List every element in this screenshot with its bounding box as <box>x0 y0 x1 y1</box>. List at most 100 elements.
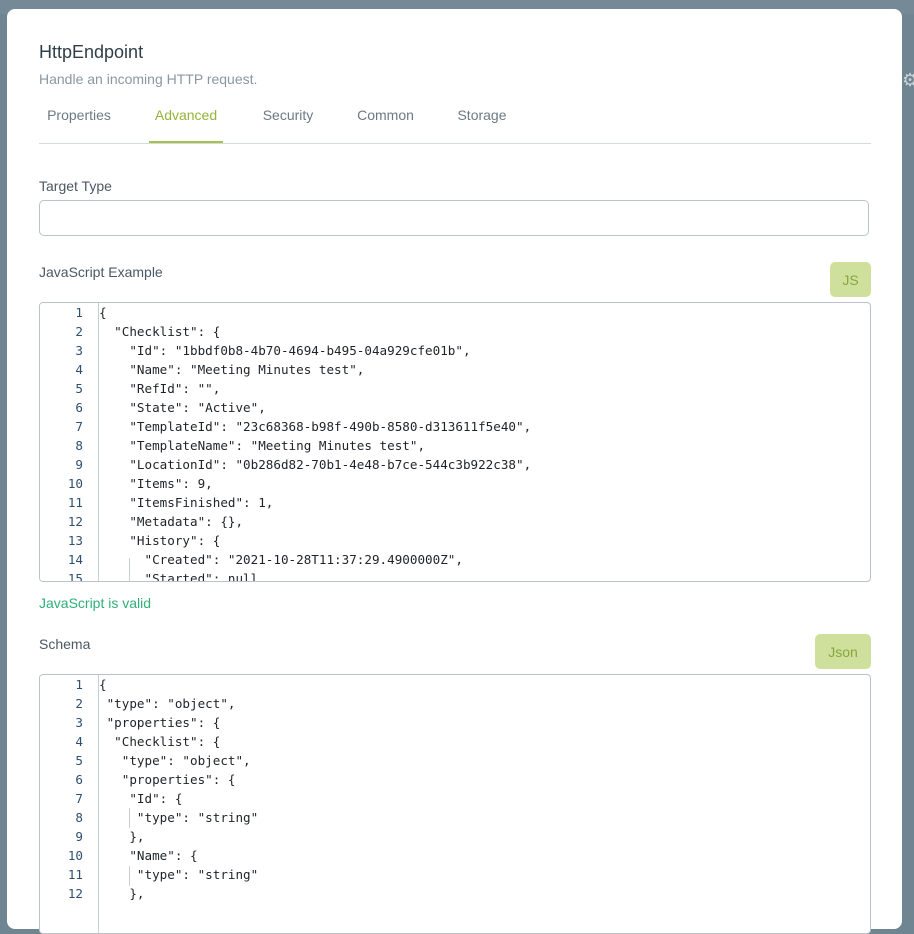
line-number: 6 <box>75 772 83 787</box>
line-number: 11 <box>67 495 83 510</box>
code-text: { <box>99 677 107 692</box>
javascript-example-editor[interactable]: 1{2 "Checklist": {3 "Id": "1bbdf0b8-4b70… <box>39 302 871 582</box>
code-text: "Checklist": { <box>99 734 221 749</box>
code-line: 11 "ItemsFinished": 1, <box>40 493 870 512</box>
code-line: 12 "Metadata": {}, <box>40 512 870 531</box>
code-line: 9 }, <box>40 827 870 846</box>
dialog-subtitle: Handle an incoming HTTP request. <box>39 71 258 87</box>
line-number: 2 <box>75 696 83 711</box>
line-number: 1 <box>75 305 83 320</box>
tab-properties[interactable]: Properties <box>43 107 115 141</box>
line-number: 8 <box>75 810 83 825</box>
line-number: 9 <box>75 457 83 472</box>
schema-editor[interactable]: 1{2 "type": "object", 3 "properties": {4 … <box>39 674 871 934</box>
code-line: 1{ <box>40 675 870 694</box>
gear-icon: ⚙ <box>902 70 914 90</box>
js-button[interactable]: JS <box>830 262 871 297</box>
line-number: 3 <box>75 715 83 730</box>
tab-bar: Properties Advanced Security Common Stor… <box>39 105 871 144</box>
json-button[interactable]: Json <box>815 634 871 669</box>
indent-guide <box>129 866 130 886</box>
javascript-example-label: JavaScript Example <box>39 264 163 280</box>
code-line: 10 "Items": 9, <box>40 474 870 493</box>
code-text: "Id": "1bbdf0b8-4b70-4694-b495-04a929cfe… <box>99 343 471 358</box>
dialog-title: HttpEndpoint <box>39 42 144 62</box>
code-line: 13 "History": { <box>40 531 870 550</box>
code-text: "type": "object", <box>99 753 251 768</box>
code-line: 7 "Id": { <box>40 789 870 808</box>
indent-guide <box>129 808 130 828</box>
line-number: 5 <box>75 381 83 396</box>
line-number: 2 <box>75 324 83 339</box>
code-text: "State": "Active", <box>99 400 266 415</box>
code-text: { <box>99 305 107 320</box>
code-text: "Name": { <box>99 848 198 863</box>
code-line: 12 }, <box>40 884 870 903</box>
line-number: 7 <box>75 791 83 806</box>
code-line: 11 "type": "string" <box>40 865 870 884</box>
code-line: 5 "RefId": "", <box>40 379 870 398</box>
line-number: 11 <box>67 867 83 882</box>
line-number: 8 <box>75 438 83 453</box>
code-text: "Id": { <box>99 791 183 806</box>
line-number: 13 <box>67 533 83 548</box>
code-line: 15 "Started": null <box>40 569 870 582</box>
code-line: 9 "LocationId": "0b286d82-70b1-4e48-b7ce… <box>40 455 870 474</box>
activity-editor-dialog: HttpEndpoint Handle an incoming HTTP req… <box>7 9 902 934</box>
line-number: 15 <box>67 571 83 582</box>
code-text: "Metadata": {}, <box>99 514 244 529</box>
line-number: 12 <box>67 886 83 901</box>
code-text: "LocationId": "0b286d82-70b1-4e48-b7ce-5… <box>99 457 532 472</box>
code-text: "properties": { <box>99 715 221 730</box>
code-text: "properties": { <box>99 772 236 787</box>
code-text: "type": "string" <box>99 810 259 825</box>
code-text: "Items": 9, <box>99 476 213 491</box>
tab-storage[interactable]: Storage <box>455 107 509 141</box>
line-number: 6 <box>75 400 83 415</box>
line-number: 10 <box>67 476 83 491</box>
line-number: 12 <box>67 514 83 529</box>
tab-advanced[interactable]: Advanced <box>149 107 223 143</box>
code-line: 8 "type": "string" <box>40 808 870 827</box>
code-text: "Name": "Meeting Minutes test", <box>99 362 365 377</box>
code-line: 8 "TemplateName": "Meeting Minutes test"… <box>40 436 870 455</box>
code-text: "TemplateId": "23c68368-b98f-490b-8580-d… <box>99 419 532 434</box>
code-text: "Checklist": { <box>99 324 221 339</box>
line-number: 7 <box>75 419 83 434</box>
code-text: "RefId": "", <box>99 381 221 396</box>
code-text: "Started": null <box>99 571 259 582</box>
target-type-input[interactable] <box>39 200 869 236</box>
code-line: 10 "Name": { <box>40 846 870 865</box>
indent-guide <box>129 558 130 581</box>
code-line: 2 "Checklist": { <box>40 322 870 341</box>
line-number: 10 <box>67 848 83 863</box>
code-text: "History": { <box>99 533 221 548</box>
tab-security[interactable]: Security <box>260 107 316 141</box>
code-text: }, <box>99 829 145 844</box>
code-text: "type": "string" <box>99 867 259 882</box>
code-line: 6 "properties": { <box>40 770 870 789</box>
tab-common[interactable]: Common <box>355 107 416 141</box>
line-number: 14 <box>67 552 83 567</box>
line-number: 5 <box>75 753 83 768</box>
code-text: "Created": "2021-10-28T11:37:29.4900000Z… <box>99 552 463 567</box>
schema-label: Schema <box>39 636 91 652</box>
code-line: 5 "type": "object", <box>40 751 870 770</box>
code-line: 3 "properties": { <box>40 713 870 732</box>
line-number: 3 <box>75 343 83 358</box>
code-text: }, <box>99 886 145 901</box>
code-text: "type": "object", <box>99 696 236 711</box>
code-line: 4 "Name": "Meeting Minutes test", <box>40 360 870 379</box>
code-line: 3 "Id": "1bbdf0b8-4b70-4694-b495-04a929c… <box>40 341 870 360</box>
code-text: "TemplateName": "Meeting Minutes test", <box>99 438 426 453</box>
code-line: 4 "Checklist": { <box>40 732 870 751</box>
code-line: 14 "Created": "2021-10-28T11:37:29.49000… <box>40 550 870 569</box>
code-text: "ItemsFinished": 1, <box>99 495 274 510</box>
line-number: 4 <box>75 362 83 377</box>
target-type-label: Target Type <box>39 178 112 194</box>
line-number: 9 <box>75 829 83 844</box>
javascript-valid-status: JavaScript is valid <box>39 595 152 611</box>
line-number: 4 <box>75 734 83 749</box>
code-line: 7 "TemplateId": "23c68368-b98f-490b-8580… <box>40 417 870 436</box>
code-line: 6 "State": "Active", <box>40 398 870 417</box>
